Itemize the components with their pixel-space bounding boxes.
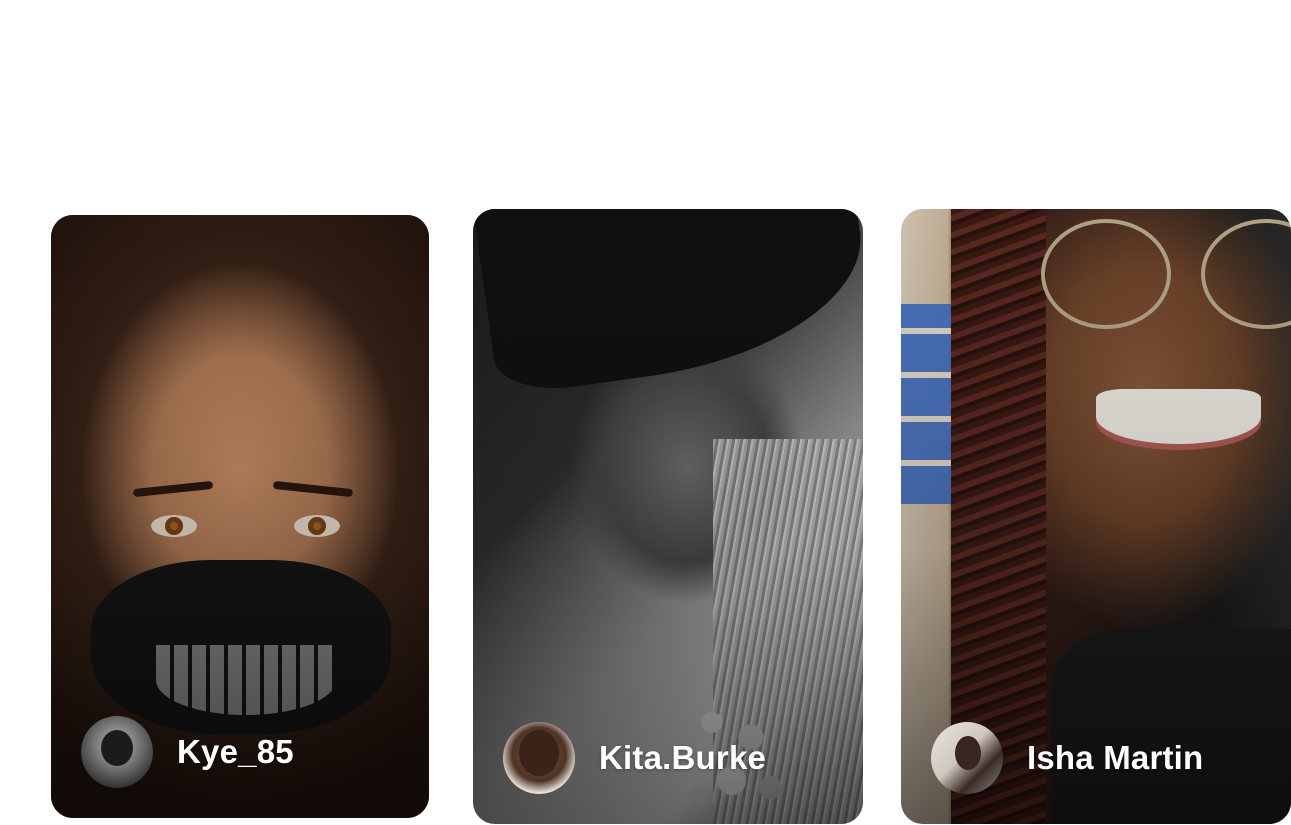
creator-card-kye-85[interactable]: Kye_85	[51, 215, 429, 818]
creator-info: Kye_85	[81, 716, 294, 788]
creator-card-kita-burke[interactable]: Kita.Burke	[473, 209, 863, 824]
creator-name[interactable]: Kye_85	[177, 733, 294, 771]
creator-card-isha-martin[interactable]: Isha Martin	[901, 209, 1291, 824]
profile-photo-icon[interactable]	[931, 722, 1003, 794]
profile-photo-icon[interactable]	[81, 716, 153, 788]
creator-name[interactable]: Kita.Burke	[599, 739, 766, 777]
creator-gallery: Kye_85 Kita.Burke Isha Martin	[0, 0, 1291, 825]
creator-info: Isha Martin	[931, 722, 1203, 794]
creator-name[interactable]: Isha Martin	[1027, 739, 1203, 777]
profile-photo-icon[interactable]	[503, 722, 575, 794]
creator-info: Kita.Burke	[503, 722, 766, 794]
